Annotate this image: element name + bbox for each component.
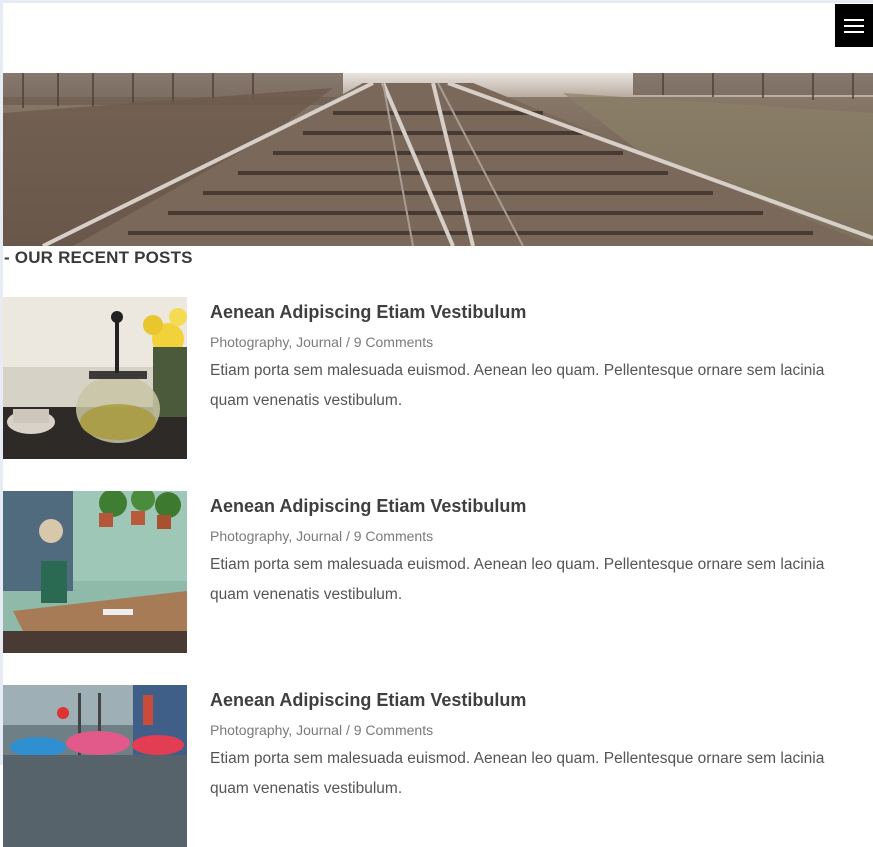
post-thumbnail[interactable] xyxy=(3,491,187,653)
category-link[interactable]: Photography xyxy=(210,722,288,738)
cafe-photo xyxy=(3,491,187,653)
comments-link[interactable]: 9 Comments xyxy=(354,334,433,350)
category-link[interactable]: Journal xyxy=(296,528,342,544)
category-link[interactable]: Photography xyxy=(210,334,288,350)
category-link[interactable]: Journal xyxy=(296,722,342,738)
post-title[interactable]: Aenean Adipiscing Etiam Vestibulum xyxy=(210,690,526,711)
site-header xyxy=(3,3,873,73)
category-link[interactable]: Journal xyxy=(296,334,342,350)
menu-toggle-button[interactable] xyxy=(835,4,873,47)
hero-image xyxy=(3,73,873,246)
comments-link[interactable]: 9 Comments xyxy=(354,722,433,738)
railway-tracks-photo xyxy=(3,73,873,246)
teapot-photo xyxy=(3,297,187,459)
post-excerpt: Etiam porta sem malesuada euismod. Aenea… xyxy=(210,362,825,409)
post-excerpt: Etiam porta sem malesuada euismod. Aenea… xyxy=(210,556,825,603)
post-item: Aenean Adipiscing Etiam Vestibulum Photo… xyxy=(3,297,873,459)
hamburger-menu-icon xyxy=(844,18,864,33)
category-link[interactable]: Photography xyxy=(210,528,288,544)
post-item: Aenean Adipiscing Etiam Vestibulum Photo… xyxy=(3,685,873,847)
umbrellas-street-photo xyxy=(3,685,187,847)
post-title[interactable]: Aenean Adipiscing Etiam Vestibulum xyxy=(210,496,526,517)
section-title-recent-posts: - OUR RECENT POSTS xyxy=(4,248,193,267)
comments-link[interactable]: 9 Comments xyxy=(354,528,433,544)
post-excerpt: Etiam porta sem malesuada euismod. Aenea… xyxy=(210,750,825,797)
meta-separator: / xyxy=(342,722,354,738)
post-meta: Photography, Journal / 9 Comments xyxy=(210,334,434,350)
post-thumbnail[interactable] xyxy=(3,685,187,847)
meta-separator: / xyxy=(342,334,354,350)
post-meta: Photography, Journal / 9 Comments xyxy=(210,722,434,738)
post-meta: Photography, Journal / 9 Comments xyxy=(210,528,434,544)
post-item: Aenean Adipiscing Etiam Vestibulum Photo… xyxy=(3,491,873,653)
meta-separator: / xyxy=(342,528,354,544)
post-title[interactable]: Aenean Adipiscing Etiam Vestibulum xyxy=(210,302,526,323)
post-thumbnail[interactable] xyxy=(3,297,187,459)
